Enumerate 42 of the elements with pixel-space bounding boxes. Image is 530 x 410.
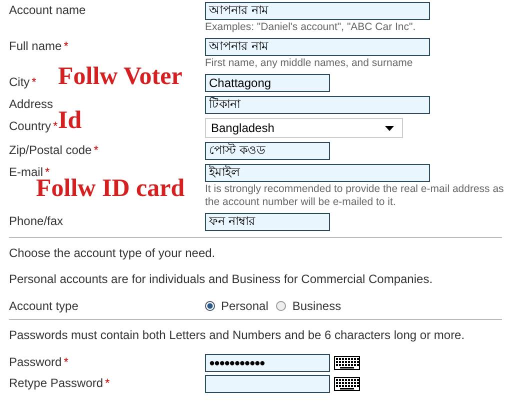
required-mark: * (64, 355, 68, 369)
keyboard-icon[interactable] (334, 377, 360, 391)
input-field[interactable]: Chattagong (205, 74, 330, 92)
hint-text: It is strongly recommended to provide the real e-mail address as the account number will be e-mailed to it. (205, 183, 505, 209)
field-label: Full name (9, 39, 62, 53)
required-mark: * (105, 376, 110, 390)
field-label: E-mail (9, 165, 44, 179)
field-label: Zip/Postal code (9, 143, 92, 157)
info-text: Choose the account type of your need. (9, 246, 216, 260)
field-label: Account type (9, 298, 80, 313)
field-label: City (9, 75, 30, 89)
required-mark: * (45, 165, 50, 179)
field-label: Retype Password (9, 376, 104, 390)
input-field[interactable]: আপনার নাম (205, 2, 430, 20)
password-field[interactable] (205, 375, 330, 393)
info-text: Personal accounts are for individuals and Business for Commercial Companies. (9, 272, 434, 286)
caret-icon (385, 126, 394, 130)
required-mark: * (94, 143, 98, 157)
required-mark: * (64, 39, 68, 53)
info-text: Passwords must contain both Letters and Numbers and be 6 characters long or more. (9, 328, 466, 342)
annotation-text: Id (58, 108, 82, 133)
field-label: Address (9, 97, 54, 111)
annotation-text: Follw Voter (58, 64, 182, 89)
input-field[interactable]: আপনার নাম (205, 38, 430, 56)
country-dropdown[interactable]: Bangladesh (205, 118, 403, 138)
hint-text: Examples: "Daniel's account", "ABC Car Inc". (205, 21, 417, 34)
radio-button[interactable] (205, 300, 215, 310)
radio-label: Personal (221, 298, 268, 312)
required-mark: * (53, 119, 58, 133)
hint-text: First name, any middle names, and surname (205, 57, 414, 70)
input-field[interactable]: ফন নাম্বার (205, 213, 330, 231)
annotation-text: Follw ID card (36, 176, 185, 201)
field-label: Password (9, 355, 62, 369)
input-field[interactable]: ইমাইল (205, 164, 430, 182)
field-label: Country (9, 119, 52, 133)
required-mark: * (32, 75, 36, 89)
keyboard-icon[interactable] (334, 356, 360, 370)
password-field[interactable]: ●●●●●●●●●●● (205, 354, 330, 372)
radio-label: Business (292, 298, 342, 312)
field-label: Phone/fax (9, 214, 64, 228)
radio-button[interactable] (276, 300, 286, 310)
field-label: Account name (9, 3, 86, 17)
